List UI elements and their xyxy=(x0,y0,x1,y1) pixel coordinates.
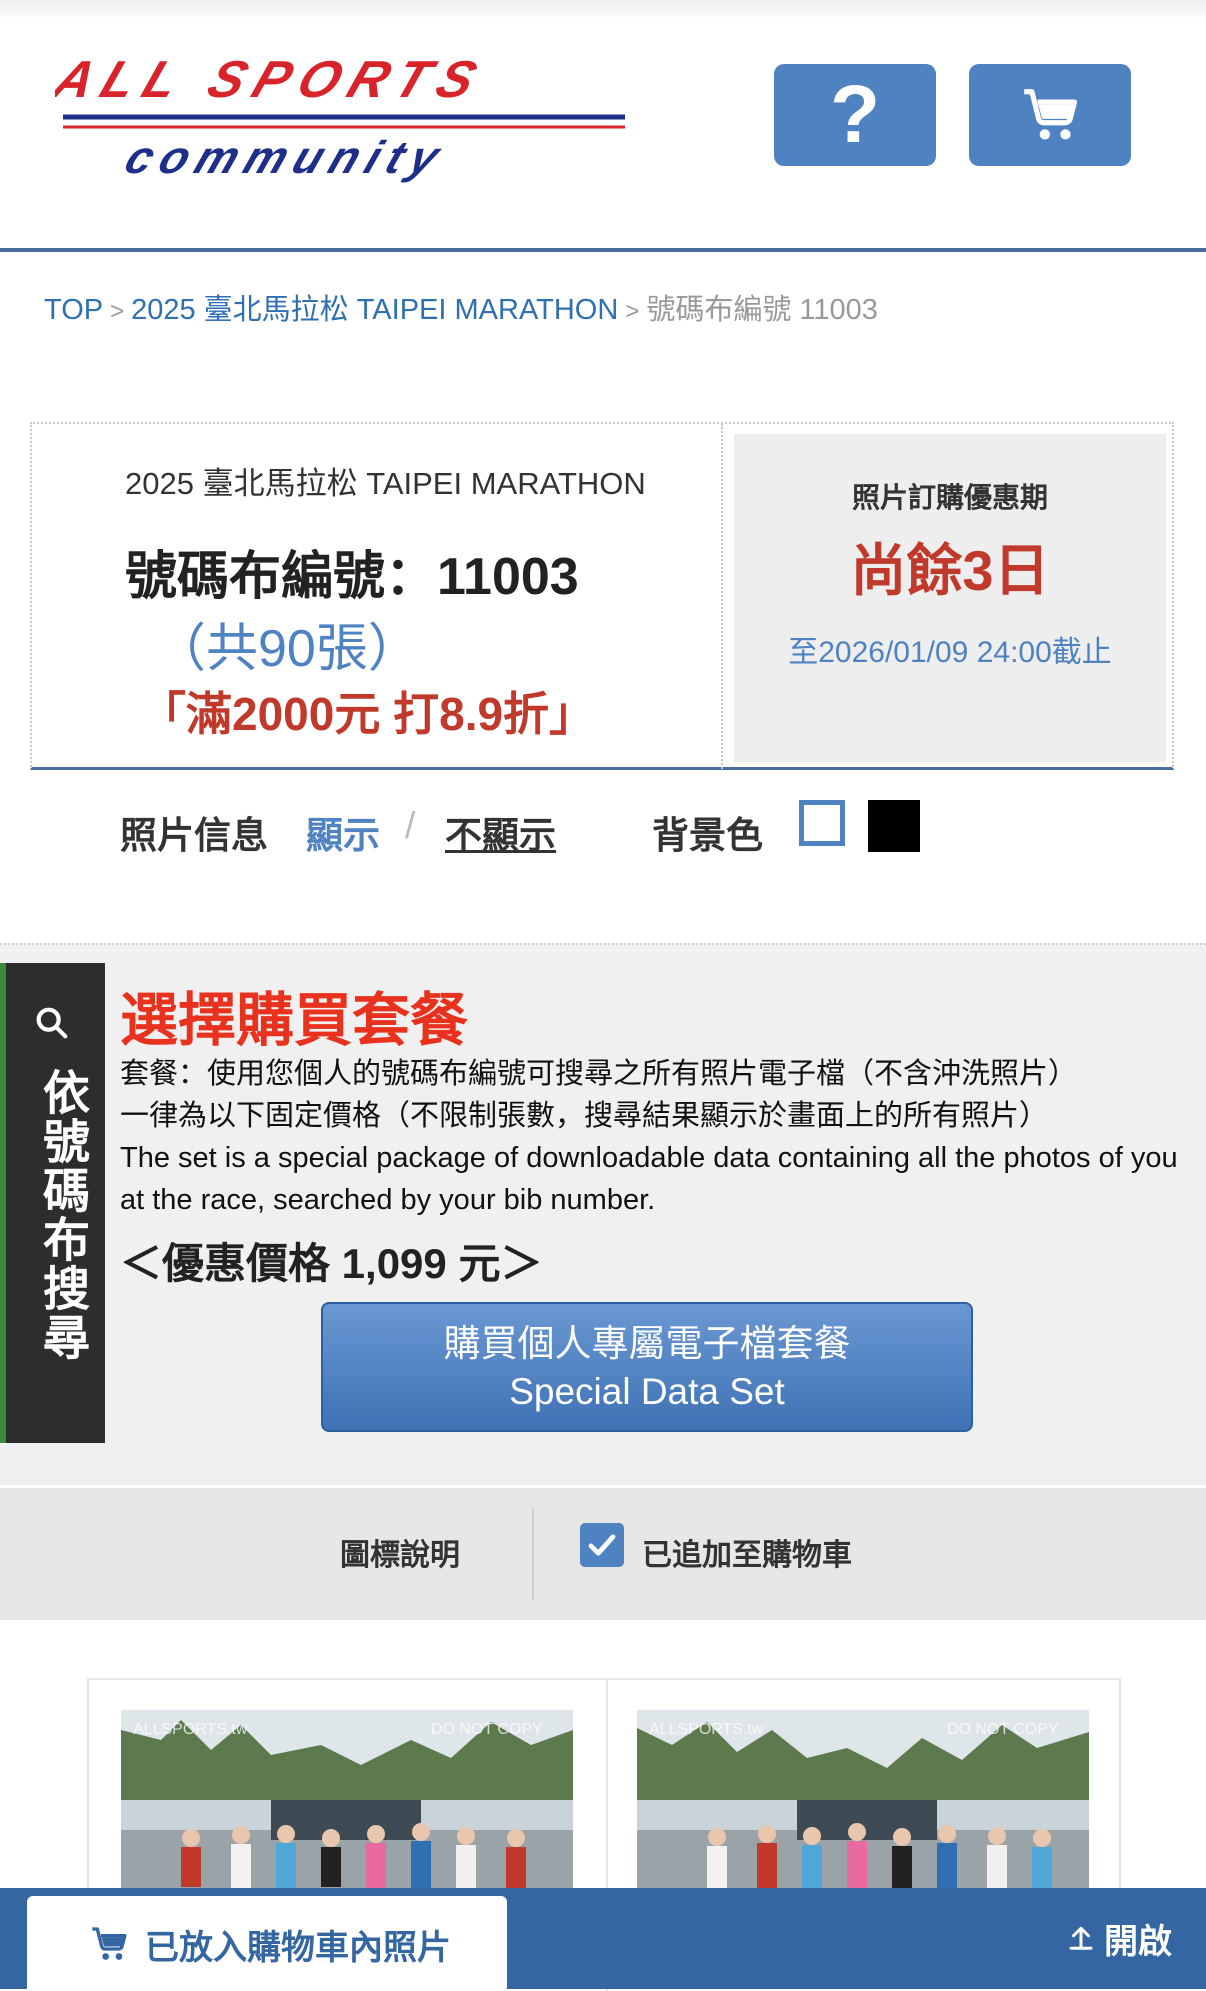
info-divider xyxy=(721,424,723,769)
buy-data-set-button[interactable]: 購買個人專屬電子檔套餐 Special Data Set xyxy=(321,1302,973,1432)
added-to-cart-legend: 已追加至購物車 xyxy=(642,1539,852,1572)
svg-text:ALL SPORTS: ALL SPORTS xyxy=(55,55,494,109)
package-section: 依號碼布搜尋 選擇購買套餐 套餐：使用您個人的號碼布編號可搜尋之所有照片電子檔（… xyxy=(0,943,1206,1485)
bg-white-swatch[interactable] xyxy=(799,800,845,846)
side-tab-label: 依號碼布搜尋 xyxy=(36,1068,89,1362)
bib-search-side-tab[interactable]: 依號碼布搜尋 xyxy=(0,963,105,1443)
deadline-date: 至2026/01/09 24:00截止 xyxy=(788,636,1112,669)
breadcrumb-separator: > xyxy=(625,298,640,325)
package-desc-line: 一律為以下固定價格（不限制張數，搜尋結果顯示於畫面上的所有照片） xyxy=(120,1100,1049,1132)
deadline-title: 照片訂購優惠期 xyxy=(851,482,1048,513)
svg-text:ALLSPORTS.tw: ALLSPORTS.tw xyxy=(133,1721,248,1738)
photo-thumbnail[interactable]: ALLSPORTS.tw DO NOT COPY xyxy=(637,1710,1089,1900)
package-price: ＜優惠價格 1,099 元＞ xyxy=(120,1240,543,1287)
checkbox-checked-icon xyxy=(580,1523,624,1567)
help-button[interactable]: ? xyxy=(774,64,936,166)
header-top-shadow xyxy=(0,0,1206,20)
icon-legend-bar: 圖標說明 已追加至購物車 xyxy=(0,1488,1206,1620)
cart-photos-label: 已放入購物車內照片 xyxy=(145,1929,451,1967)
breadcrumb-current: 號碼布編號 11003 xyxy=(646,294,878,326)
package-description: 套餐：使用您個人的號碼布編號可搜尋之所有照片電子檔（不含沖洗照片） 一律為以下固… xyxy=(120,1053,1180,1221)
cart-button[interactable] xyxy=(969,64,1131,166)
svg-text:community: community xyxy=(118,132,454,183)
deadline-panel: 照片訂購優惠期 尚餘3日 至2026/01/09 24:00截止 xyxy=(734,434,1166,762)
cart-icon xyxy=(92,1927,127,1960)
breadcrumb-top-link[interactable]: TOP xyxy=(44,294,103,326)
open-drawer-button[interactable]: 開啟 xyxy=(1104,1914,1172,1963)
breadcrumb-separator: > xyxy=(110,298,125,325)
arrow-up-icon xyxy=(1069,1926,1093,1950)
promo-text: 「滿2000元 打8.9折」 xyxy=(140,688,596,740)
svg-text:DO NOT COPY: DO NOT COPY xyxy=(947,1721,1059,1738)
site-header: ALL SPORTS community ? xyxy=(0,0,1206,252)
bib-info-box: 2025 臺北馬拉松 TAIPEI MARATHON 號碼布編號：11003 （… xyxy=(30,422,1174,770)
breadcrumb: TOP >2025 臺北馬拉松 TAIPEI MARATHON > 號碼布編號 110… xyxy=(44,286,878,328)
deadline-remaining: 尚餘3日 xyxy=(850,539,1050,602)
search-icon xyxy=(36,1007,68,1039)
svg-text:DO NOT COPY: DO NOT COPY xyxy=(431,1721,543,1738)
svg-text:ALLSPORTS.tw: ALLSPORTS.tw xyxy=(649,1721,764,1738)
event-title: 2025 臺北馬拉松 TAIPEI MARATHON xyxy=(125,466,646,501)
package-desc-english: The set is a special package of download… xyxy=(120,1142,1178,1216)
photo-info-show-link[interactable]: 顯示 xyxy=(306,805,380,859)
package-desc-line: 套餐：使用您個人的號碼布編號可搜尋之所有照片電子檔（不含沖洗照片） xyxy=(120,1058,1078,1090)
legend-divider xyxy=(532,1508,534,1600)
breadcrumb-event-link[interactable]: 2025 臺北馬拉松 TAIPEI MARATHON xyxy=(131,294,618,326)
cart-drawer-bar: 已放入購物車內照片 開啟 xyxy=(0,1888,1206,1989)
option-separator: / xyxy=(405,805,416,846)
package-title: 選擇購買套餐 xyxy=(120,988,469,1053)
question-mark-icon: ? xyxy=(829,69,881,160)
all-sports-logo[interactable]: ALL SPORTS community xyxy=(44,51,635,185)
bg-black-swatch[interactable] xyxy=(868,800,920,852)
photo-count: （共90張） xyxy=(154,620,420,678)
photo-info-hide-link[interactable]: 不顯示 xyxy=(445,805,556,859)
buy-button-label-en: Special Data Set xyxy=(509,1371,785,1412)
photo-info-label: 照片信息 xyxy=(120,815,268,856)
background-color-label: 背景色 xyxy=(652,815,763,856)
shopping-cart-icon xyxy=(1024,89,1078,140)
photo-thumbnail[interactable]: ALLSPORTS.tw DO NOT COPY xyxy=(121,1710,573,1900)
cart-photos-tab[interactable]: 已放入購物車內照片 xyxy=(27,1896,507,1989)
buy-button-label-zh: 購買個人專屬電子檔套餐 xyxy=(443,1323,851,1364)
bib-number-title: 號碼布編號：11003 xyxy=(125,548,579,606)
legend-label: 圖標說明 xyxy=(340,1539,460,1572)
